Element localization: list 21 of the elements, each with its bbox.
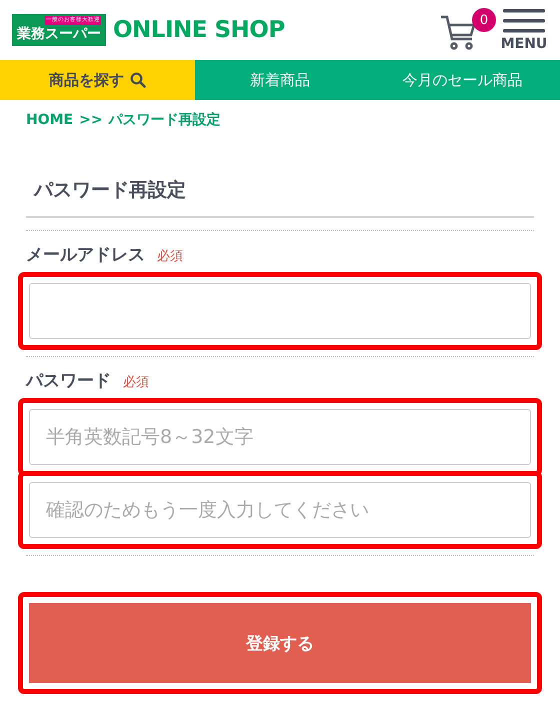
menu-button[interactable]: MENU [500, 8, 548, 52]
logo-text: 業務スーパー [17, 25, 101, 43]
page-title: パスワード再設定 [26, 140, 534, 218]
cart-count-badge: 0 [472, 8, 496, 32]
nav-tab[interactable]: 商品を探す [0, 60, 195, 100]
nav-tab[interactable]: 新着商品 [195, 60, 365, 100]
breadcrumb-separator: >> [79, 112, 103, 128]
input-field[interactable] [29, 283, 531, 339]
nav-tab[interactable]: 今月のセール商品 [365, 60, 560, 100]
breadcrumb-home-link[interactable]: HOME [26, 112, 74, 128]
search-icon [130, 72, 146, 88]
input-field[interactable]: 確認のためもう一度入力してください [29, 482, 531, 538]
menu-icon [503, 8, 545, 34]
required-label: 必須 [123, 374, 149, 391]
field-label: メールアドレス [26, 244, 145, 266]
input-field[interactable]: 半角英数記号8～32文字 [29, 409, 531, 465]
required-label: 必須 [157, 248, 183, 265]
breadcrumb-current: パスワード再設定 [108, 111, 221, 129]
submit-button[interactable]: 登録する [29, 603, 531, 683]
shop-name: ONLINE SHOP [113, 17, 285, 43]
field-label: パスワード [26, 370, 111, 392]
